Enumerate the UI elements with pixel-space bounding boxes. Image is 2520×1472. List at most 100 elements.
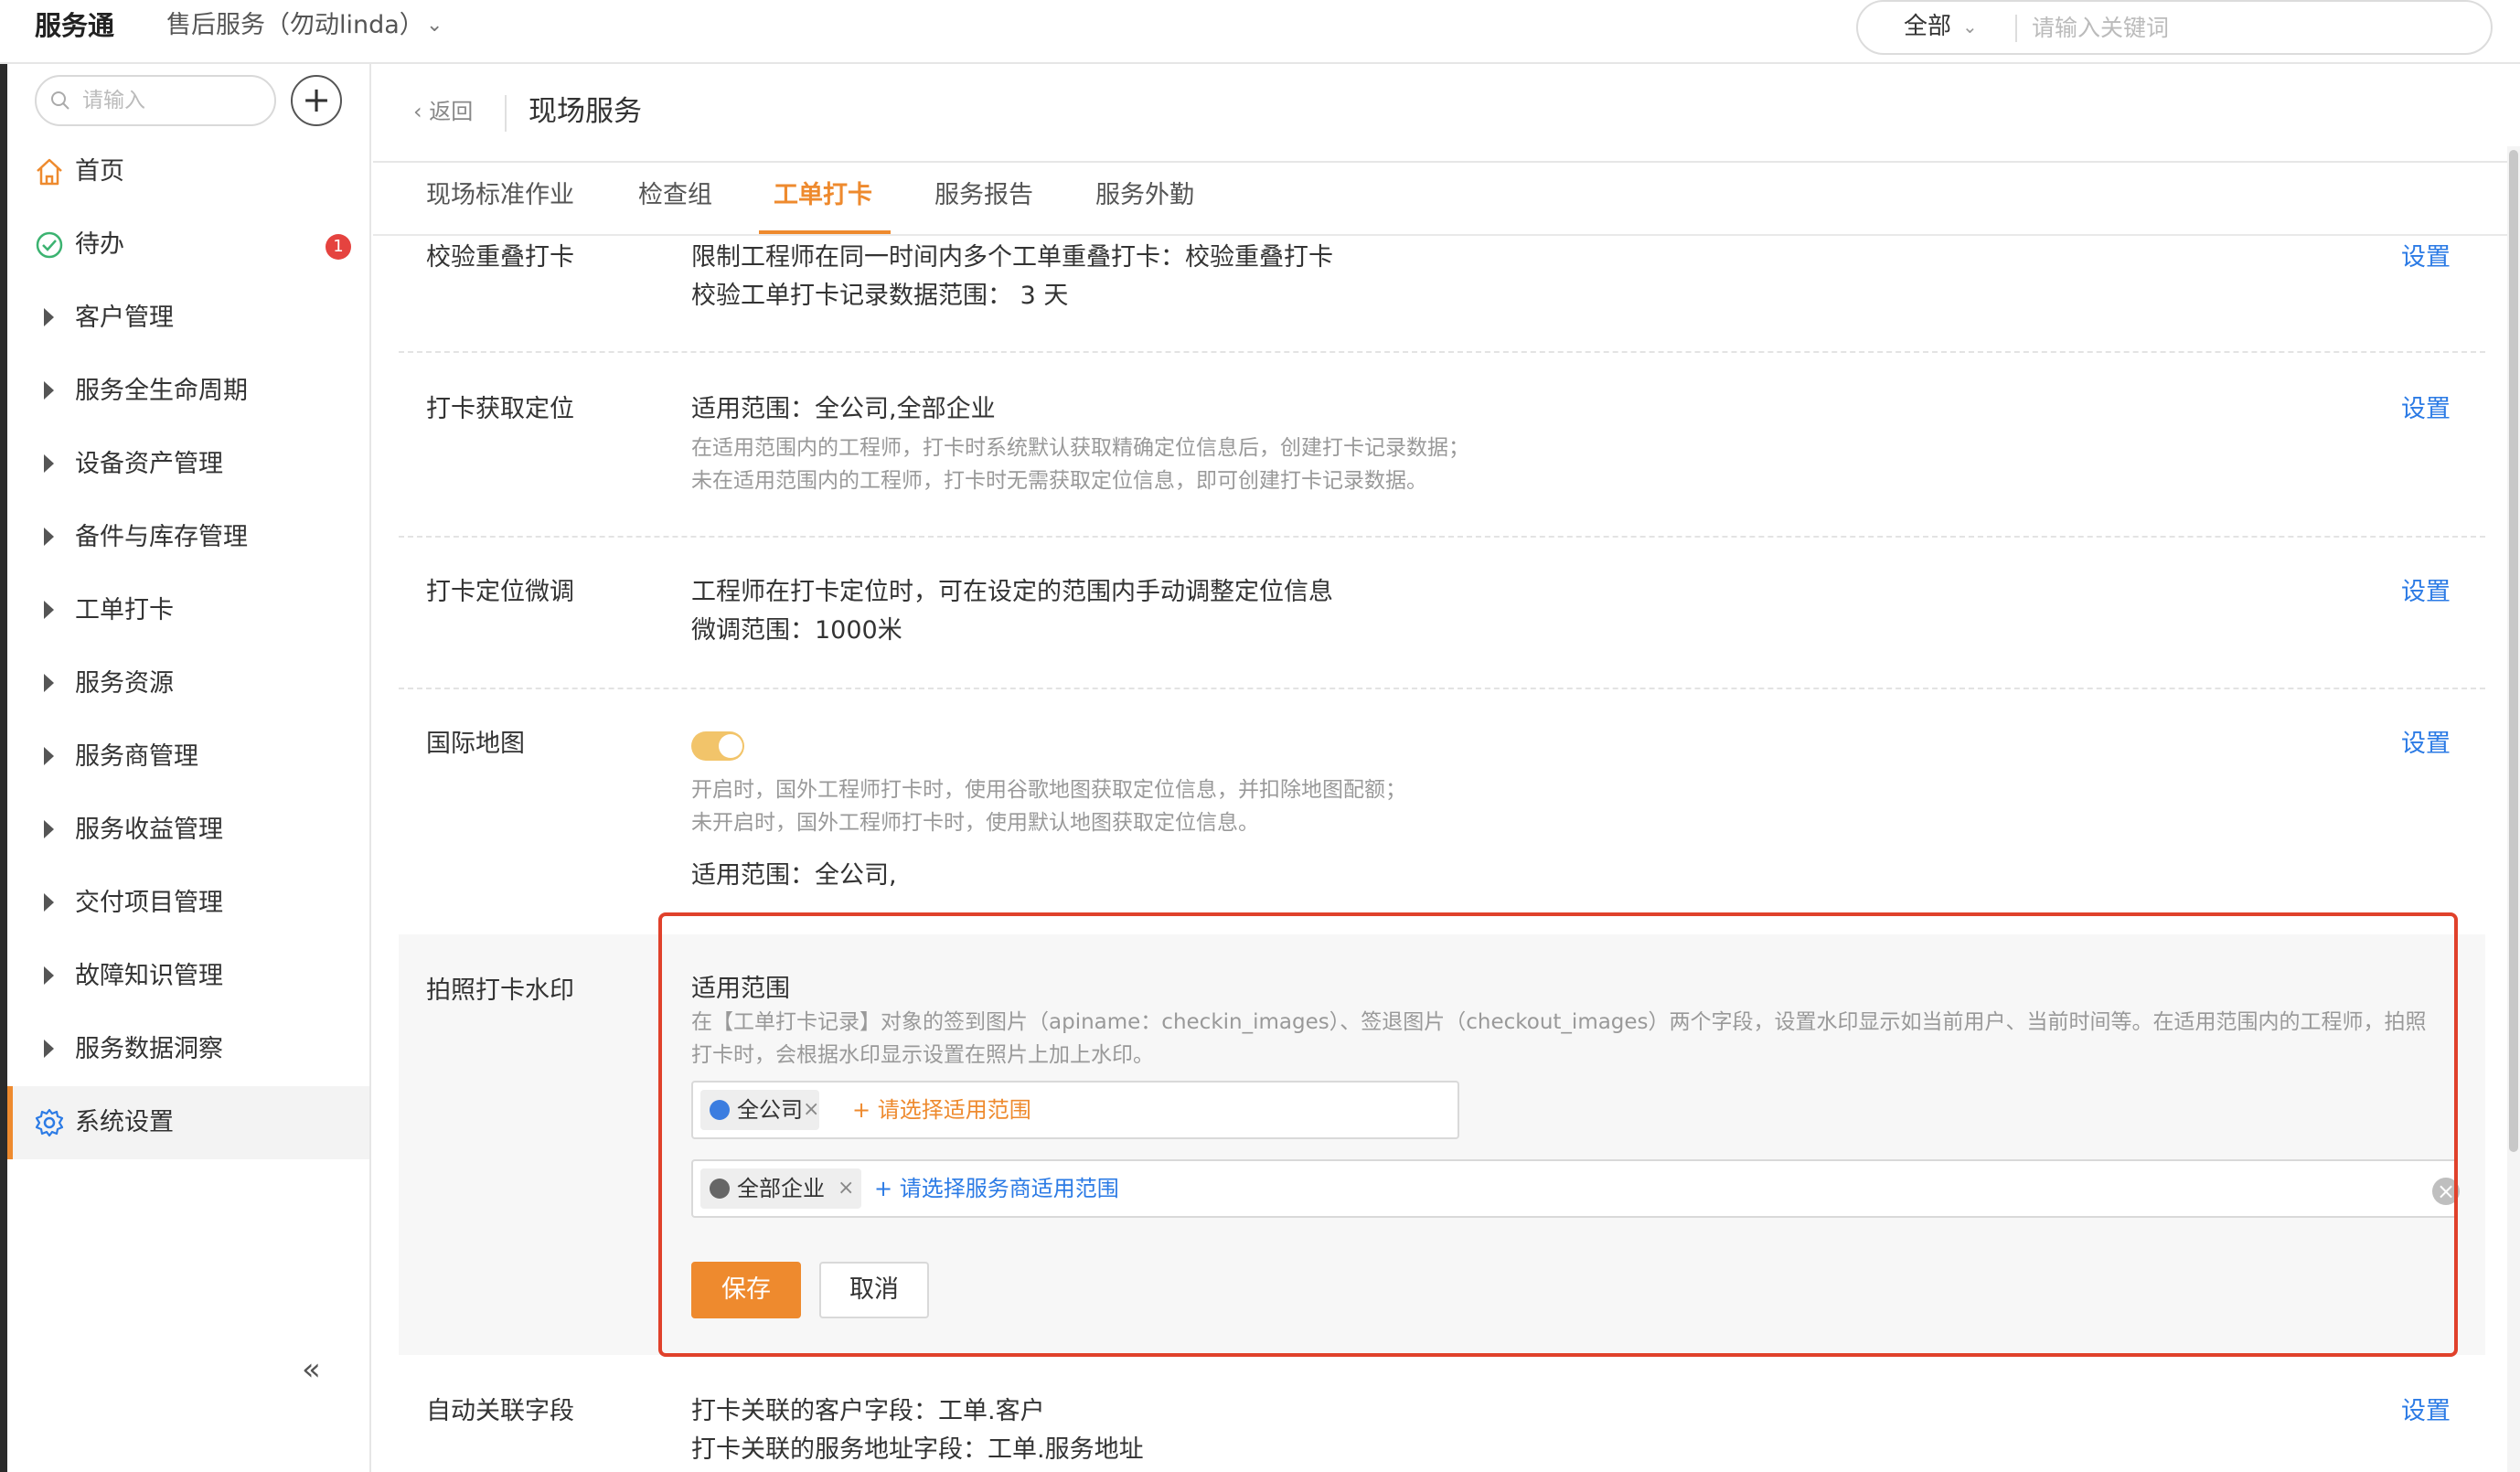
- app-brand[interactable]: 服务通: [35, 7, 114, 44]
- section-title: 国际地图: [426, 730, 525, 758]
- section-title: 校验重叠打卡: [426, 243, 574, 272]
- caret-right-icon: [44, 893, 54, 912]
- divider: [399, 351, 2485, 353]
- adjust-rule: 工程师在打卡定位时，可在设定的范围内手动调整定位信息: [691, 578, 1333, 606]
- sidebar-item-label: 工单打卡: [75, 596, 174, 624]
- intl-map-toggle[interactable]: [691, 731, 744, 761]
- sidebar-item-label: 设备资产管理: [75, 450, 223, 478]
- sidebar-item-inventory[interactable]: 备件与库存管理: [7, 501, 369, 574]
- sidebar-item-label: 客户管理: [75, 304, 174, 332]
- global-search-input[interactable]: [2032, 9, 2471, 46]
- location-desc: 未在适用范围内的工程师，打卡时无需获取定位信息，即可创建打卡记录数据。: [691, 469, 1427, 493]
- search-scope-select[interactable]: 全部: [1904, 11, 1951, 42]
- tab-standard-ops[interactable]: 现场标准作业: [426, 176, 574, 216]
- sidebar-item-resources[interactable]: 服务资源: [7, 647, 369, 720]
- todo-count-badge: 1: [326, 234, 351, 260]
- sidebar-item-providers[interactable]: 服务商管理: [7, 720, 369, 794]
- caret-right-icon: [44, 454, 54, 473]
- sidebar-item-label: 服务全生命周期: [75, 377, 248, 405]
- sidebar-item-settings[interactable]: 系统设置: [7, 1086, 369, 1159]
- tab-field-work[interactable]: 服务外勤: [1095, 176, 1194, 216]
- sidebar-item-label: 系统设置: [75, 1108, 174, 1136]
- sidebar-item-revenue[interactable]: 服务收益管理: [7, 794, 369, 867]
- global-search: 全部 ⌄: [1856, 0, 2493, 55]
- section-title: 自动关联字段: [426, 1397, 574, 1425]
- divider: [2015, 15, 2017, 42]
- chevron-down-icon[interactable]: ⌄: [426, 9, 443, 42]
- caret-right-icon: [44, 820, 54, 838]
- sidebar-item-knowledge[interactable]: 故障知识管理: [7, 940, 369, 1013]
- adjust-range: 微调范围：1000米: [691, 616, 902, 645]
- sidebar-item-label: 服务商管理: [75, 742, 198, 771]
- page-title: 现场服务: [529, 95, 642, 128]
- location-scope: 适用范围：全公司,全部企业: [691, 395, 996, 423]
- divider: [399, 536, 2485, 538]
- sidebar-item-label: 故障知识管理: [75, 962, 223, 990]
- caret-right-icon: [44, 747, 54, 765]
- sidebar-item-projects[interactable]: 交付项目管理: [7, 867, 369, 940]
- chevron-down-icon[interactable]: ⌄: [1962, 11, 1978, 42]
- section-title: 拍照打卡水印: [426, 976, 574, 1005]
- divider: [505, 95, 507, 132]
- top-bar: 服务通 售后服务（勿动linda） ⌄ 全部 ⌄: [0, 0, 2520, 64]
- overlap-range: 校验工单打卡记录数据范围： 3 天: [691, 282, 1069, 310]
- sidebar-item-checkin[interactable]: 工单打卡: [7, 574, 369, 647]
- tabs-divider: [373, 234, 2520, 236]
- sidebar-item-insights[interactable]: 服务数据洞察: [7, 1013, 369, 1086]
- tab-checkin[interactable]: 工单打卡: [774, 176, 872, 216]
- section-title: 打卡定位微调: [426, 578, 574, 606]
- sidebar-item-label: 服务数据洞察: [75, 1035, 223, 1063]
- scrollbar-thumb[interactable]: [2509, 150, 2518, 1152]
- sidebar-item-todo[interactable]: 待办 1: [7, 208, 369, 282]
- active-indicator: [7, 1086, 13, 1159]
- auto-link-address: 打卡关联的服务地址字段：工单.服务地址: [691, 1435, 1144, 1464]
- highlight-box: [658, 912, 2458, 1357]
- adjust-settings-link[interactable]: 设置: [2401, 574, 2451, 611]
- sidebar-item-label: 交付项目管理: [75, 889, 223, 917]
- sidebar-item-lifecycle[interactable]: 服务全生命周期: [7, 355, 369, 428]
- caret-right-icon: [44, 966, 54, 985]
- sidebar-item-label: 备件与库存管理: [75, 523, 248, 551]
- toggle-knob: [719, 734, 742, 758]
- sidebar-search-input[interactable]: [82, 84, 265, 117]
- active-tab-indicator: [759, 230, 891, 234]
- auto-link-settings-link[interactable]: 设置: [2401, 1393, 2451, 1430]
- sidebar-search[interactable]: [35, 75, 276, 126]
- intl-map-settings-link[interactable]: 设置: [2401, 726, 2451, 763]
- auto-link-customer: 打卡关联的客户字段：工单.客户: [691, 1397, 1045, 1425]
- caret-right-icon: [44, 381, 54, 400]
- caret-right-icon: [44, 674, 54, 692]
- sidebar-item-label: 服务资源: [75, 669, 174, 698]
- overlap-settings-link[interactable]: 设置: [2401, 240, 2451, 276]
- back-label: 返回: [429, 99, 474, 124]
- collapse-sidebar-icon[interactable]: «: [302, 1351, 321, 1388]
- tab-service-report[interactable]: 服务报告: [934, 176, 1033, 216]
- tenant-switcher[interactable]: 售后服务（勿动linda）: [166, 7, 424, 44]
- sidebar: + 首页 待办 1 客户管理 服务全生命周期 设备资产管理 备件与库存管理 工单…: [7, 64, 371, 1472]
- intl-map-scope: 适用范围：全公司,: [691, 861, 897, 890]
- caret-right-icon: [44, 528, 54, 546]
- caret-right-icon: [44, 1040, 54, 1058]
- add-button[interactable]: +: [291, 75, 342, 126]
- gear-icon: [35, 1108, 64, 1137]
- tab-check-group[interactable]: 检查组: [638, 176, 712, 216]
- sidebar-item-label: 服务收益管理: [75, 816, 223, 844]
- overlap-rule: 限制工程师在同一时间内多个工单重叠打卡：校验重叠打卡: [691, 243, 1333, 272]
- check-circle-icon: [36, 231, 63, 259]
- sidebar-item-home[interactable]: 首页: [7, 135, 369, 208]
- intl-map-desc: 未开启时，国外工程师打卡时，使用默认地图获取定位信息。: [691, 811, 1259, 835]
- caret-right-icon: [44, 601, 54, 619]
- sidebar-item-label: 待办: [75, 230, 124, 259]
- caret-right-icon: [44, 308, 54, 326]
- window-edge: [0, 64, 7, 1472]
- location-desc: 在适用范围内的工程师，打卡时系统默认获取精确定位信息后，创建打卡记录数据；: [691, 436, 1469, 460]
- intl-map-desc: 开启时，国外工程师打卡时，使用谷歌地图获取定位信息，并扣除地图配额；: [691, 778, 1406, 802]
- location-settings-link[interactable]: 设置: [2401, 391, 2451, 428]
- section-title: 打卡获取定位: [426, 395, 574, 423]
- back-link[interactable]: ‹ 返回: [413, 91, 473, 132]
- sidebar-item-customer[interactable]: 客户管理: [7, 282, 369, 355]
- sidebar-item-assets[interactable]: 设备资产管理: [7, 428, 369, 501]
- sidebar-item-label: 首页: [75, 157, 124, 186]
- search-icon: [51, 91, 69, 110]
- home-icon: [37, 158, 62, 186]
